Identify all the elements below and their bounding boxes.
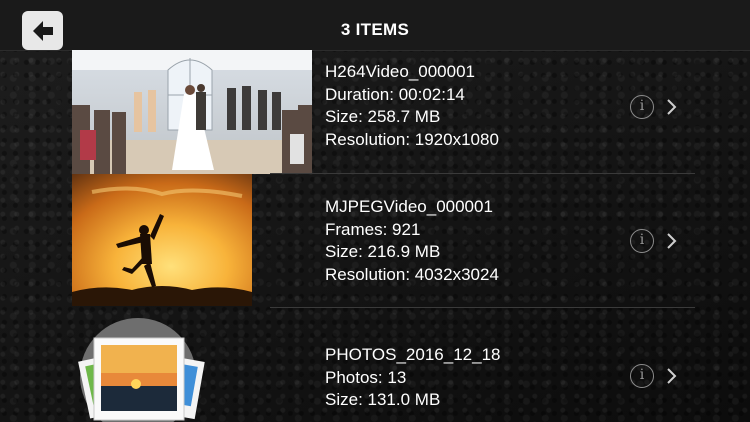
item-photo-count: Photos: 13 <box>325 367 407 387</box>
item-details: MJPEGVideo_000001 Frames: 921 Size: 216.… <box>325 196 499 286</box>
item-resolution: Resolution: 1920x1080 <box>325 129 499 149</box>
item-name: PHOTOS_2016_12_18 <box>325 345 501 364</box>
top-bar: 3 ITEMS <box>0 0 750 51</box>
video-thumbnail <box>72 50 312 174</box>
info-icon[interactable]: i <box>630 364 654 388</box>
item-size: Size: 258.7 MB <box>325 107 441 126</box>
item-name: H264Video_000001 <box>325 62 475 81</box>
chevron-right-icon[interactable] <box>666 233 678 249</box>
photo-stack-icon <box>78 316 208 422</box>
item-name: MJPEGVideo_000001 <box>325 197 493 216</box>
item-frames: Frames: 921 <box>325 219 421 239</box>
list-item[interactable]: PHOTOS_2016_12_18 Photos: 13 Size: 131.0… <box>0 308 750 422</box>
info-icon[interactable]: i <box>630 95 654 119</box>
chevron-right-icon[interactable] <box>666 99 678 115</box>
item-size: Size: 216.9 MB <box>325 242 441 261</box>
chevron-right-icon[interactable] <box>666 368 678 384</box>
item-resolution: Resolution: 4032x3024 <box>325 264 499 284</box>
page-title: 3 ITEMS <box>340 20 410 39</box>
info-icon[interactable]: i <box>630 229 654 253</box>
list-item[interactable]: H264Video_000001 Duration: 00:02:14 Size… <box>0 50 750 174</box>
item-details: PHOTOS_2016_12_18 Photos: 13 Size: 131.0… <box>325 344 500 412</box>
list-item[interactable]: MJPEGVideo_000001 Frames: 921 Size: 216.… <box>0 174 750 308</box>
item-duration: Duration: 00:02:14 <box>325 84 465 104</box>
video-thumbnail <box>72 174 252 306</box>
item-size: Size: 131.0 MB <box>325 390 441 409</box>
item-details: H264Video_000001 Duration: 00:02:14 Size… <box>325 61 499 151</box>
